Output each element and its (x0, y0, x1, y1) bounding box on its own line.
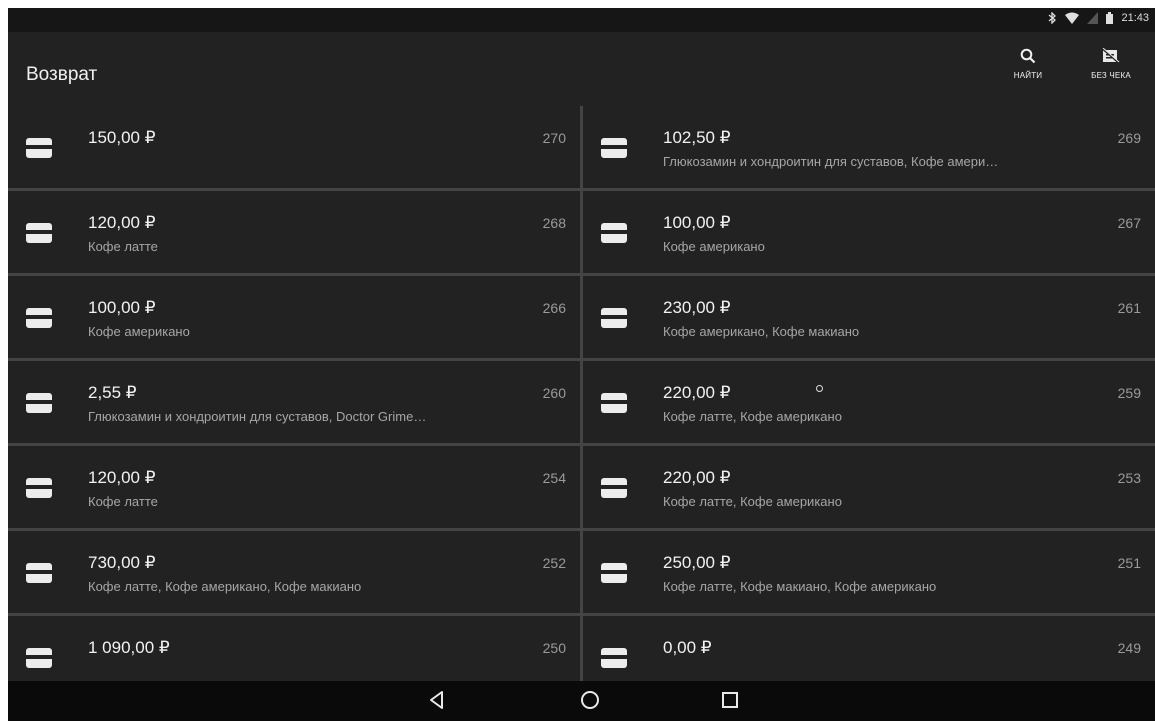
bluetooth-icon (1047, 12, 1057, 24)
receipt-number: 254 (542, 470, 566, 486)
card-icon (26, 308, 52, 333)
card-icon (601, 478, 627, 503)
receipt-items: Кофе латте, Кофе американо (663, 409, 842, 424)
receipt-number: 253 (1117, 470, 1141, 486)
search-icon (1020, 48, 1036, 68)
receipt-items: Кофе американо (663, 239, 765, 254)
receipt-items: Кофе латте, Кофе американо (663, 494, 842, 509)
receipt-amount: 100,00 ₽ (88, 298, 156, 317)
receipt-item[interactable]: 150,00 ₽ 270 (8, 106, 580, 188)
search-button-label: НАЙТИ (1013, 71, 1043, 80)
card-icon (601, 393, 627, 418)
card-icon (601, 223, 627, 248)
receipt-item[interactable]: 0,00 ₽ 249 (583, 616, 1155, 681)
receipt-amount: 120,00 ₽ (88, 213, 156, 232)
receipt-amount: 230,00 ₽ (663, 298, 731, 317)
card-icon (26, 393, 52, 418)
card-icon (26, 223, 52, 248)
receipt-amount: 730,00 ₽ (88, 553, 156, 572)
card-icon (26, 478, 52, 503)
back-icon[interactable] (427, 689, 447, 716)
recents-icon[interactable] (719, 689, 741, 716)
receipt-number: 269 (1117, 130, 1141, 146)
receipt-items: Кофе латте, Кофе макиано, Кофе американо (663, 579, 937, 594)
no-receipt-icon (1102, 47, 1120, 68)
receipt-number: 268 (542, 215, 566, 231)
receipt-amount: 120,00 ₽ (88, 468, 156, 487)
search-button[interactable]: НАЙТИ (996, 48, 1060, 80)
receipt-number: 266 (542, 300, 566, 316)
receipt-items: Кофе американо (88, 324, 190, 339)
receipt-number: 252 (542, 555, 566, 571)
receipt-number: 260 (542, 385, 566, 401)
no-receipt-button[interactable]: БЕЗ ЧЕКА (1079, 47, 1143, 80)
receipt-item[interactable]: 120,00 ₽ 268 Кофе латте (8, 191, 580, 273)
receipt-items: Кофе латте (88, 494, 158, 509)
app-screen: 21:43 Возврат НАЙТИ БЕЗ ЧЕКА 150,00 ₽ 27… (8, 8, 1155, 721)
receipt-number: 261 (1117, 300, 1141, 316)
receipt-item[interactable]: 100,00 ₽ 267 Кофе американо (583, 191, 1155, 273)
card-icon (601, 648, 627, 673)
card-icon (26, 563, 52, 588)
receipt-number: 259 (1117, 385, 1141, 401)
receipt-amount: 2,55 ₽ (88, 383, 137, 402)
card-icon (601, 563, 627, 588)
receipt-item[interactable]: 102,50 ₽ 269 Глюкозамин и хондроитин для… (583, 106, 1155, 188)
receipt-items: Кофе американо, Кофе макиано (663, 324, 860, 339)
receipt-amount: 100,00 ₽ (663, 213, 731, 232)
app-bar: Возврат НАЙТИ БЕЗ ЧЕКА (8, 32, 1155, 106)
receipt-item[interactable]: 250,00 ₽ 251 Кофе латте, Кофе макиано, К… (583, 531, 1155, 613)
receipt-number: 267 (1117, 215, 1141, 231)
receipt-number: 270 (542, 130, 566, 146)
receipt-item[interactable]: 220,00 ₽ 259 Кофе латте, Кофе американо (583, 361, 1155, 443)
no-receipt-button-label: БЕЗ ЧЕКА (1091, 71, 1131, 80)
signal-icon (1087, 12, 1099, 24)
receipt-item[interactable]: 120,00 ₽ 254 Кофе латте (8, 446, 580, 528)
receipt-item[interactable]: 730,00 ₽ 252 Кофе латте, Кофе американо,… (8, 531, 580, 613)
receipt-item[interactable]: 2,55 ₽ 260 Глюкозамин и хондроитин для с… (8, 361, 580, 443)
receipt-items: Кофе латте (88, 239, 158, 254)
card-icon (601, 308, 627, 333)
card-icon (601, 138, 627, 163)
receipt-amount: 0,00 ₽ (663, 638, 712, 657)
receipt-amount: 1 090,00 ₽ (88, 638, 170, 657)
receipt-items: Глюкозамин и хондроитин для суставов, Ко… (663, 154, 999, 169)
receipts-grid: 150,00 ₽ 270 102,50 ₽ 269 Глюкозамин и х… (8, 106, 1155, 681)
receipt-item[interactable]: 100,00 ₽ 266 Кофе американо (8, 276, 580, 358)
receipt-items: Глюкозамин и хондроитин для суставов, Do… (88, 409, 427, 424)
receipt-amount: 220,00 ₽ (663, 468, 731, 487)
battery-icon (1106, 12, 1114, 24)
status-time: 21:43 (1121, 12, 1149, 24)
receipt-number: 250 (542, 640, 566, 656)
receipt-item[interactable]: 220,00 ₽ 253 Кофе латте, Кофе американо (583, 446, 1155, 528)
home-icon[interactable] (579, 689, 601, 716)
wifi-icon (1065, 12, 1080, 24)
receipt-items: Кофе латте, Кофе американо, Кофе макиано (88, 579, 362, 594)
touch-indicator (816, 385, 823, 392)
receipt-amount: 250,00 ₽ (663, 553, 731, 572)
receipt-number: 249 (1117, 640, 1141, 656)
system-nav-bar (8, 681, 1155, 721)
card-icon (26, 648, 52, 673)
receipt-item[interactable]: 1 090,00 ₽ 250 (8, 616, 580, 681)
receipt-amount: 220,00 ₽ (663, 383, 731, 402)
receipt-amount: 150,00 ₽ (88, 128, 156, 147)
receipt-amount: 102,50 ₽ (663, 128, 731, 147)
receipt-number: 251 (1117, 555, 1141, 571)
page-title: Возврат (26, 64, 98, 85)
status-bar: 21:43 (8, 8, 1155, 32)
receipt-item[interactable]: 230,00 ₽ 261 Кофе американо, Кофе макиан… (583, 276, 1155, 358)
card-icon (26, 138, 52, 163)
